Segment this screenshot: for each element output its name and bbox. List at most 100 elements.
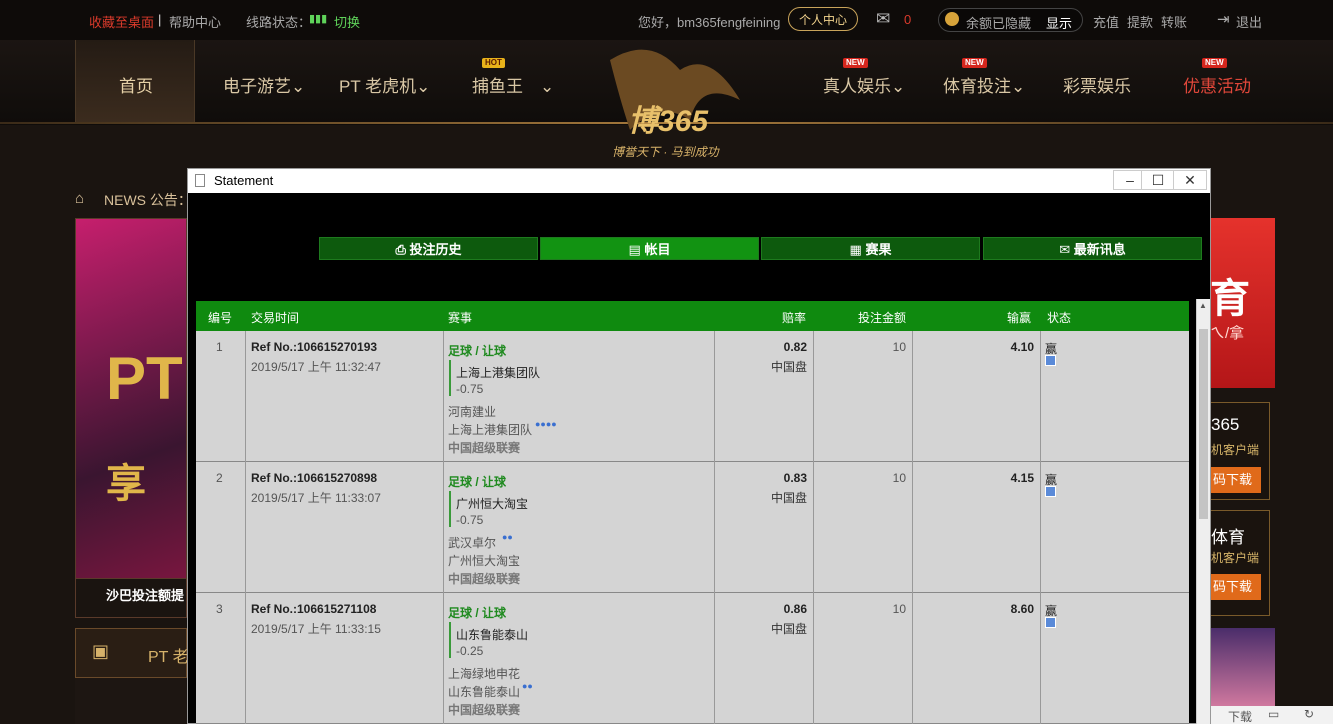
col-time: 交易时间	[251, 311, 300, 325]
site-logo[interactable]: 博365 博誉天下 · 马到成功	[590, 40, 750, 170]
help-link[interactable]: 帮助中心	[169, 12, 221, 31]
nav-promo[interactable]: 优惠活动	[1183, 72, 1251, 97]
sports-download-button[interactable]: 码下载	[1211, 574, 1261, 600]
table-header: 编号 交易时间 赛事 赔率 投注金额 输赢 状态	[196, 301, 1189, 331]
nav-sports[interactable]: 体育投注⌄	[943, 72, 1025, 97]
pt-panel-title: PT 老	[148, 649, 189, 666]
nav-fish[interactable]: 捕鱼王 ⌄	[472, 72, 554, 97]
tab-bet-history[interactable]: ⎙ 投注历史	[319, 237, 538, 260]
ref-no: Ref No.:106615270898	[251, 471, 378, 485]
switch-link[interactable]: 切换	[334, 12, 360, 31]
pt-panel-left: ▣ PT 老	[75, 628, 189, 678]
logo-slogan: 博誉天下 · 马到成功	[612, 145, 719, 159]
nav-pt[interactable]: PT 老虎机⌄	[339, 72, 430, 97]
mail-icon[interactable]: ✉	[876, 9, 890, 29]
tab-results[interactable]: ▦ 赛果	[761, 237, 980, 260]
withdraw-link[interactable]: 提款	[1127, 12, 1153, 31]
envelope-icon: ✉	[1059, 242, 1074, 257]
ref-no: Ref No.:106615270193	[251, 340, 378, 354]
col-stake: 投注金额	[858, 311, 907, 325]
statement-table: 编号 交易时间 赛事 赔率 投注金额 输赢 状态 1 Ref No.:10661…	[196, 301, 1189, 724]
bet-time: 2019/5/17 上午 11:33:15	[251, 622, 381, 636]
balance-hidden-text: 余额已隐藏	[966, 16, 1032, 31]
vertical-scrollbar[interactable]: ▲	[1196, 299, 1210, 724]
col-event: 赛事	[448, 311, 473, 325]
app-client-text: 机客户端	[1211, 443, 1260, 457]
nav-slots[interactable]: 电子游艺⌄	[223, 72, 305, 97]
detail-icon[interactable]	[1045, 355, 1056, 366]
nav-live[interactable]: 真人娱乐⌄	[823, 72, 905, 97]
banner-right-sub: ㄟ/拿	[1210, 325, 1245, 342]
logo-text: 博365	[628, 105, 709, 138]
col-status: 状态	[1047, 311, 1072, 325]
qr-download-button[interactable]: 码下载	[1211, 467, 1261, 493]
stats-icon[interactable]: ●●	[522, 681, 533, 691]
sports-client-text: 机客户端	[1211, 551, 1260, 565]
close-button[interactable]: ✕	[1173, 170, 1207, 190]
banner-pt-text: PT	[106, 345, 183, 412]
nav-lottery[interactable]: 彩票娱乐	[1063, 72, 1131, 97]
character-banner[interactable]	[1210, 628, 1275, 708]
top-bar: 收藏至桌面 | 帮助中心 线路状态： ▮▮▮ 切换 您好，bm365fengfe…	[0, 0, 1333, 40]
bottom-toolbar: 下载 ▭ ↻	[1204, 706, 1333, 724]
shaba-bar: 沙巴投注额提	[75, 578, 187, 618]
deposit-link[interactable]: 充值	[1093, 12, 1119, 31]
signal-icon: ▮▮▮	[309, 13, 328, 25]
table-row[interactable]: 1 Ref No.:106615270193 2019/5/17 上午 11:3…	[196, 331, 1189, 462]
tab-account[interactable]: ▤ 帐目	[540, 237, 759, 260]
show-balance-button[interactable]: 显示	[1046, 13, 1072, 32]
history-icon: ⎙	[395, 242, 410, 257]
new-badge: NEW	[962, 58, 987, 68]
col-winloss: 输赢	[1007, 311, 1032, 325]
personal-center-button[interactable]: 个人中心	[788, 7, 859, 31]
logout-link[interactable]: 退出	[1236, 12, 1262, 31]
stats-icon[interactable]: ●●●●	[535, 419, 557, 429]
sports-app-panel: 体育 机客户端 码下载	[1210, 510, 1270, 616]
maximize-button[interactable]: ☐	[1141, 170, 1175, 190]
nav-home[interactable]: 首页	[75, 40, 195, 124]
window-title: Statement	[214, 173, 274, 188]
banner-xiang-text: 享	[106, 462, 146, 506]
share-icon[interactable]: ↻	[1304, 707, 1314, 721]
detail-icon[interactable]	[1045, 486, 1056, 497]
statement-window: Statement – ☐ ✕ ⎙ 投注历史 ▤ 帐目 ▦ 赛果 ✉ 最新讯息 …	[187, 168, 1211, 724]
scroll-up-icon[interactable]: ▲	[1199, 301, 1207, 310]
mail-count: 0	[904, 12, 912, 27]
app-download-panel: 365 机客户端 码下载	[1210, 402, 1270, 500]
hot-badge: HOT	[482, 58, 505, 68]
stats-icon[interactable]: ●●	[502, 532, 513, 542]
news-icon: ⌂	[75, 190, 85, 207]
app-365-text: 365	[1211, 415, 1240, 434]
promo-banner-right[interactable]: 育 ㄟ/拿	[1210, 218, 1275, 388]
line-status-label: 线路状态：	[246, 15, 312, 30]
separator: |	[158, 12, 162, 27]
window-titlebar: Statement – ☐ ✕	[188, 169, 1210, 193]
promo-banner-left[interactable]: PT 享	[75, 218, 187, 618]
window-icon[interactable]: ▭	[1268, 707, 1279, 721]
bet-time: 2019/5/17 上午 11:33:07	[251, 491, 381, 505]
table-row[interactable]: 3 Ref No.:106615271108 2019/5/17 上午 11:3…	[196, 593, 1189, 724]
col-odds: 赔率	[782, 311, 807, 325]
sports-app-text: 体育	[1211, 528, 1245, 547]
bet-time: 2019/5/17 上午 11:32:47	[251, 360, 381, 374]
col-no: 编号	[208, 311, 233, 325]
slot-machine-icon: ▣	[92, 641, 110, 661]
account-icon: ▤	[628, 242, 645, 257]
balance-box: 余额已隐藏 显示	[938, 8, 1083, 32]
banner-right-text: 育	[1210, 277, 1250, 321]
coin-icon	[945, 12, 959, 26]
nav-home-label: 首页	[119, 77, 153, 96]
shaba-text: 沙巴投注额提	[106, 588, 185, 603]
bottom-left-panel	[75, 678, 187, 724]
logout-icon[interactable]: ⇥	[1217, 10, 1230, 28]
transfer-link[interactable]: 转账	[1161, 12, 1187, 31]
news-label: NEWS 公告：	[104, 192, 192, 208]
ref-no: Ref No.:106615271108	[251, 602, 377, 616]
new-badge: NEW	[843, 58, 868, 68]
favorite-link[interactable]: 收藏至桌面	[89, 12, 154, 31]
scroll-thumb[interactable]	[1199, 329, 1208, 519]
download-link[interactable]: 下载	[1228, 708, 1252, 724]
tab-messages[interactable]: ✉ 最新讯息	[983, 237, 1202, 260]
table-row[interactable]: 2 Ref No.:106615270898 2019/5/17 上午 11:3…	[196, 462, 1189, 593]
detail-icon[interactable]	[1045, 617, 1056, 628]
